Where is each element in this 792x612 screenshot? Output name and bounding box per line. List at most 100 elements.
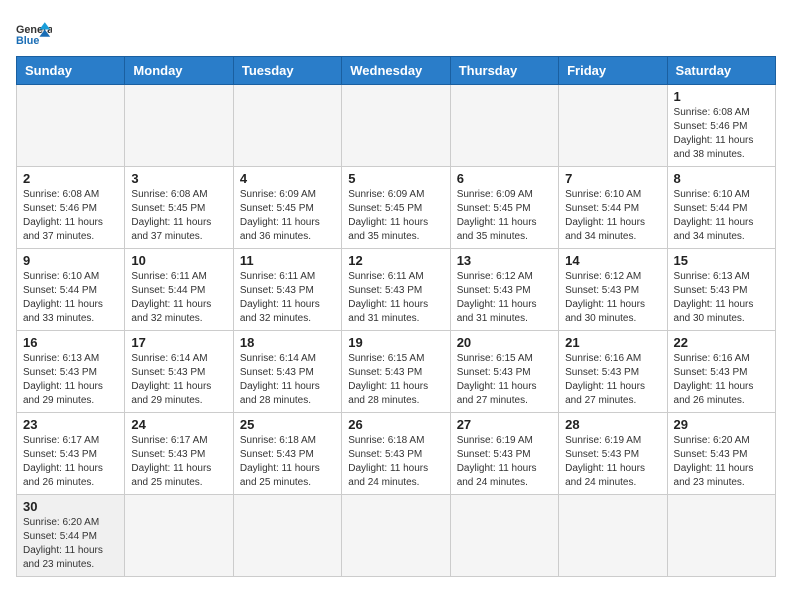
calendar-week-row: 16 Sunrise: 6:13 AM Sunset: 5:43 PM Dayli… bbox=[17, 331, 776, 413]
day-number: 3 bbox=[131, 171, 226, 186]
day-info: Sunrise: 6:15 AM Sunset: 5:43 PM Dayligh… bbox=[348, 352, 443, 408]
day-number: 6 bbox=[457, 171, 552, 186]
calendar-day-cell: 5Sunrise: 6:09 AM Sunset: 5:45 PM Daylig… bbox=[342, 167, 450, 249]
svg-text:Blue: Blue bbox=[16, 35, 39, 47]
day-info: Sunrise: 6:12 AM Sunset: 5:43 PM Dayligh… bbox=[565, 270, 660, 326]
day-info: Sunrise: 6:19 AM Sunset: 5:43 PM Dayligh… bbox=[565, 434, 660, 490]
calendar-week-row: 1Sunrise: 6:08 AM Sunset: 5:46 PM Daylig… bbox=[17, 85, 776, 167]
day-number: 13 bbox=[457, 253, 552, 268]
header: General Blue bbox=[16, 16, 776, 48]
day-number: 20 bbox=[457, 335, 552, 350]
column-header-saturday: Saturday bbox=[667, 57, 775, 85]
calendar-day-cell: 16 Sunrise: 6:13 AM Sunset: 5:43 PM Dayli… bbox=[17, 331, 125, 413]
day-info: Sunrise: 6:13 AM Sunset: 5:43 PM Dayligh… bbox=[674, 270, 769, 326]
logo: General Blue bbox=[16, 20, 52, 48]
calendar-week-row: 2 Sunrise: 6:08 AM Sunset: 5:46 PM Daylig… bbox=[17, 167, 776, 249]
calendar-day-cell: 14Sunrise: 6:12 AM Sunset: 5:43 PM Dayli… bbox=[559, 249, 667, 331]
calendar-day-cell: 23Sunrise: 6:17 AM Sunset: 5:43 PM Dayli… bbox=[17, 413, 125, 495]
day-number: 15 bbox=[674, 253, 769, 268]
calendar-day-cell bbox=[450, 495, 558, 577]
day-info: Sunrise: 6:15 AM Sunset: 5:43 PM Dayligh… bbox=[457, 352, 552, 408]
calendar-day-cell bbox=[342, 495, 450, 577]
day-number: 2 bbox=[23, 171, 118, 186]
day-number: 26 bbox=[348, 417, 443, 432]
calendar-day-cell: 13Sunrise: 6:12 AM Sunset: 5:43 PM Dayli… bbox=[450, 249, 558, 331]
calendar-day-cell: 28 Sunrise: 6:19 AM Sunset: 5:43 PM Dayli… bbox=[559, 413, 667, 495]
calendar-week-row: 23Sunrise: 6:17 AM Sunset: 5:43 PM Dayli… bbox=[17, 413, 776, 495]
day-info: Sunrise: 6:19 AM Sunset: 5:43 PM Dayligh… bbox=[457, 434, 552, 490]
column-header-thursday: Thursday bbox=[450, 57, 558, 85]
calendar-day-cell bbox=[17, 85, 125, 167]
day-number: 17 bbox=[131, 335, 226, 350]
day-number: 28 bbox=[565, 417, 660, 432]
column-header-friday: Friday bbox=[559, 57, 667, 85]
calendar-day-cell: 26 Sunrise: 6:18 AM Sunset: 5:43 PM Dayli… bbox=[342, 413, 450, 495]
calendar-day-cell: 6Sunrise: 6:09 AM Sunset: 5:45 PM Daylig… bbox=[450, 167, 558, 249]
calendar-day-cell: 29Sunrise: 6:20 AM Sunset: 5:43 PM Dayli… bbox=[667, 413, 775, 495]
day-number: 21 bbox=[565, 335, 660, 350]
calendar-day-cell: 24Sunrise: 6:17 AM Sunset: 5:43 PM Dayli… bbox=[125, 413, 233, 495]
calendar-day-cell: 19Sunrise: 6:15 AM Sunset: 5:43 PM Dayli… bbox=[342, 331, 450, 413]
day-info: Sunrise: 6:11 AM Sunset: 5:44 PM Dayligh… bbox=[131, 270, 226, 326]
calendar-day-cell: 25 Sunrise: 6:18 AM Sunset: 5:43 PM Dayli… bbox=[233, 413, 341, 495]
day-number: 9 bbox=[23, 253, 118, 268]
day-number: 27 bbox=[457, 417, 552, 432]
column-header-wednesday: Wednesday bbox=[342, 57, 450, 85]
day-number: 23 bbox=[23, 417, 118, 432]
calendar-day-cell: 27 Sunrise: 6:19 AM Sunset: 5:43 PM Dayli… bbox=[450, 413, 558, 495]
calendar-week-row: 9 Sunrise: 6:10 AM Sunset: 5:44 PM Daylig… bbox=[17, 249, 776, 331]
calendar-day-cell: 8 Sunrise: 6:10 AM Sunset: 5:44 PM Daylig… bbox=[667, 167, 775, 249]
day-number: 5 bbox=[348, 171, 443, 186]
calendar-day-cell bbox=[342, 85, 450, 167]
day-number: 11 bbox=[240, 253, 335, 268]
day-number: 1 bbox=[674, 89, 769, 104]
day-info: Sunrise: 6:18 AM Sunset: 5:43 PM Dayligh… bbox=[348, 434, 443, 490]
day-number: 8 bbox=[674, 171, 769, 186]
day-info: Sunrise: 6:10 AM Sunset: 5:44 PM Dayligh… bbox=[565, 188, 660, 244]
calendar-day-cell bbox=[559, 495, 667, 577]
day-info: Sunrise: 6:20 AM Sunset: 5:43 PM Dayligh… bbox=[674, 434, 769, 490]
day-info: Sunrise: 6:08 AM Sunset: 5:46 PM Dayligh… bbox=[23, 188, 118, 244]
day-number: 10 bbox=[131, 253, 226, 268]
day-number: 24 bbox=[131, 417, 226, 432]
day-info: Sunrise: 6:16 AM Sunset: 5:43 PM Dayligh… bbox=[674, 352, 769, 408]
day-info: Sunrise: 6:09 AM Sunset: 5:45 PM Dayligh… bbox=[240, 188, 335, 244]
column-header-monday: Monday bbox=[125, 57, 233, 85]
day-number: 4 bbox=[240, 171, 335, 186]
calendar-day-cell: 15 Sunrise: 6:13 AM Sunset: 5:43 PM Dayli… bbox=[667, 249, 775, 331]
calendar-day-cell bbox=[450, 85, 558, 167]
calendar-day-cell: 4 Sunrise: 6:09 AM Sunset: 5:45 PM Daylig… bbox=[233, 167, 341, 249]
day-info: Sunrise: 6:10 AM Sunset: 5:44 PM Dayligh… bbox=[23, 270, 118, 326]
day-info: Sunrise: 6:10 AM Sunset: 5:44 PM Dayligh… bbox=[674, 188, 769, 244]
calendar-week-row: 30 Sunrise: 6:20 AM Sunset: 5:44 PM Dayli… bbox=[17, 495, 776, 577]
day-number: 16 bbox=[23, 335, 118, 350]
day-number: 7 bbox=[565, 171, 660, 186]
calendar-day-cell: 21 Sunrise: 6:16 AM Sunset: 5:43 PM Dayli… bbox=[559, 331, 667, 413]
calendar-day-cell: 12Sunrise: 6:11 AM Sunset: 5:43 PM Dayli… bbox=[342, 249, 450, 331]
day-info: Sunrise: 6:18 AM Sunset: 5:43 PM Dayligh… bbox=[240, 434, 335, 490]
day-info: Sunrise: 6:16 AM Sunset: 5:43 PM Dayligh… bbox=[565, 352, 660, 408]
day-number: 25 bbox=[240, 417, 335, 432]
calendar-day-cell bbox=[233, 495, 341, 577]
calendar-day-cell: 9 Sunrise: 6:10 AM Sunset: 5:44 PM Daylig… bbox=[17, 249, 125, 331]
day-number: 30 bbox=[23, 499, 118, 514]
day-info: Sunrise: 6:11 AM Sunset: 5:43 PM Dayligh… bbox=[240, 270, 335, 326]
calendar-day-cell: 22Sunrise: 6:16 AM Sunset: 5:43 PM Dayli… bbox=[667, 331, 775, 413]
day-info: Sunrise: 6:20 AM Sunset: 5:44 PM Dayligh… bbox=[23, 516, 118, 572]
calendar-day-cell: 17 Sunrise: 6:14 AM Sunset: 5:43 PM Dayli… bbox=[125, 331, 233, 413]
calendar-day-cell bbox=[125, 495, 233, 577]
day-info: Sunrise: 6:14 AM Sunset: 5:43 PM Dayligh… bbox=[240, 352, 335, 408]
calendar-table: SundayMondayTuesdayWednesdayThursdayFrid… bbox=[16, 56, 776, 577]
day-number: 12 bbox=[348, 253, 443, 268]
calendar-header-row: SundayMondayTuesdayWednesdayThursdayFrid… bbox=[17, 57, 776, 85]
day-info: Sunrise: 6:13 AM Sunset: 5:43 PM Dayligh… bbox=[23, 352, 118, 408]
calendar-day-cell: 30 Sunrise: 6:20 AM Sunset: 5:44 PM Dayli… bbox=[17, 495, 125, 577]
day-number: 18 bbox=[240, 335, 335, 350]
day-info: Sunrise: 6:14 AM Sunset: 5:43 PM Dayligh… bbox=[131, 352, 226, 408]
logo-icon: General Blue bbox=[16, 20, 52, 48]
column-header-tuesday: Tuesday bbox=[233, 57, 341, 85]
calendar-day-cell: 10 Sunrise: 6:11 AM Sunset: 5:44 PM Dayli… bbox=[125, 249, 233, 331]
calendar-day-cell: 2 Sunrise: 6:08 AM Sunset: 5:46 PM Daylig… bbox=[17, 167, 125, 249]
calendar-day-cell: 7 Sunrise: 6:10 AM Sunset: 5:44 PM Daylig… bbox=[559, 167, 667, 249]
calendar-day-cell bbox=[559, 85, 667, 167]
